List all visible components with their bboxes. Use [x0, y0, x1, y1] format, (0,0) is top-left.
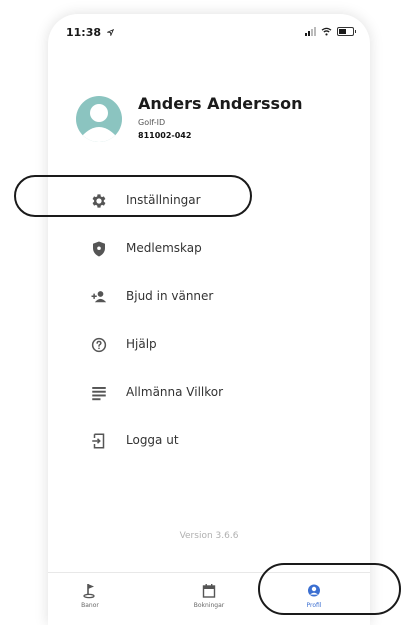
status-icons — [305, 27, 356, 36]
battery-icon — [337, 27, 356, 36]
menu-label: Bjud in vänner — [126, 289, 214, 303]
menu-label: Medlemskap — [126, 241, 202, 255]
menu-label: Allmänna Villkor — [126, 385, 224, 399]
status-bar: 11:38 — [48, 14, 370, 50]
menu-label: Hjälp — [126, 337, 157, 351]
menu-item-bjud-in-vanner[interactable]: Bjud in vänner — [48, 278, 370, 318]
highlight-ring-installningar — [14, 175, 252, 217]
shield-icon — [93, 241, 105, 257]
add-person-icon — [91, 291, 107, 303]
tab-bokningar[interactable]: Bokningar — [169, 583, 249, 609]
phone-screen: 11:38 Anders Andersson Golf-ID 811002-04… — [48, 14, 370, 625]
golf-id-label: Golf-ID — [138, 118, 166, 127]
tab-banor[interactable]: Banor — [50, 583, 130, 609]
golf-id-value: 811002-042 — [138, 131, 192, 140]
menu-item-medlemskap[interactable]: Medlemskap — [48, 230, 370, 270]
profile-name: Anders Andersson — [138, 94, 303, 113]
wifi-icon — [321, 27, 332, 36]
logout-icon — [92, 433, 105, 449]
tab-label: Bokningar — [193, 602, 225, 609]
signal-icon — [305, 27, 316, 36]
avatar — [76, 96, 122, 142]
document-lines-icon — [92, 387, 106, 401]
location-arrow-icon — [105, 28, 114, 37]
status-time: 11:38 — [66, 26, 114, 39]
user-avatar-icon — [82, 104, 116, 142]
tab-label: Banor — [81, 602, 99, 609]
menu-item-allmanna-villkor[interactable]: Allmänna Villkor — [48, 374, 370, 414]
menu-label: Logga ut — [126, 433, 179, 447]
highlight-ring-profil — [258, 563, 401, 615]
golf-flag-icon — [83, 584, 95, 599]
help-circle-icon — [91, 337, 107, 353]
profile-header: Anders Andersson Golf-ID 811002-042 — [76, 94, 356, 156]
menu-item-logga-ut[interactable]: Logga ut — [48, 422, 370, 462]
calendar-icon — [202, 584, 216, 598]
version-label: Version 3.6.6 — [179, 531, 239, 541]
menu-item-hjalp[interactable]: Hjälp — [48, 326, 370, 366]
